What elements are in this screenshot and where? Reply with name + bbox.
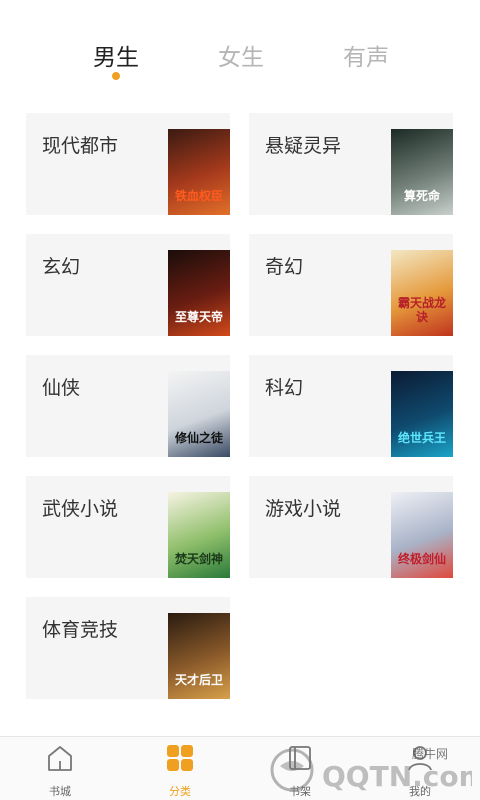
home-icon	[48, 746, 72, 771]
category-label: 游戏小说	[265, 498, 342, 520]
top-tab-bar: 男生 女生 有声	[0, 0, 480, 92]
category-label: 仙侠	[42, 377, 81, 399]
grid-icon	[167, 745, 193, 771]
tab-male-label: 男生	[93, 45, 139, 71]
category-card[interactable]: 奇幻 霸天战龙诀	[249, 234, 453, 336]
book-cover: 至尊天帝	[168, 250, 230, 336]
cover-title: 绝世兵王	[397, 431, 446, 445]
category-label: 悬疑灵异	[265, 135, 342, 157]
cover-title: 焚天剑神	[174, 552, 223, 566]
category-label: 科幻	[265, 377, 304, 399]
book-cover: 修仙之徒	[168, 371, 230, 457]
bottom-nav-bar: 书城 分类 书架 我的	[0, 736, 480, 800]
tab-audio[interactable]: 有声	[316, 38, 416, 72]
nav-bookshelf-label: 书架	[289, 785, 311, 798]
category-card[interactable]: 仙侠 修仙之徒	[26, 355, 230, 457]
nav-bookshelf[interactable]: 书架	[260, 743, 340, 799]
nav-profile-label: 我的	[409, 785, 431, 798]
category-card[interactable]: 玄幻 至尊天帝	[26, 234, 230, 336]
book-cover: 算死命	[391, 129, 453, 215]
tab-audio-label: 有声	[343, 45, 389, 71]
nav-category[interactable]: 分类	[140, 743, 220, 799]
user-icon	[408, 746, 432, 771]
category-card[interactable]: 游戏小说 终极剑仙	[249, 476, 453, 578]
nav-category-label: 分类	[169, 785, 191, 798]
category-label: 体育竞技	[42, 619, 119, 641]
nav-bookstore[interactable]: 书城	[20, 743, 100, 799]
category-card[interactable]: 武侠小说 焚天剑神	[26, 476, 230, 578]
nav-bookstore-label: 书城	[49, 785, 71, 798]
cover-title: 修仙之徒	[174, 431, 223, 445]
category-label: 现代都市	[42, 135, 119, 157]
book-cover: 霸天战龙诀	[391, 250, 453, 336]
book-cover: 绝世兵王	[391, 371, 453, 457]
category-card[interactable]: 科幻 绝世兵王	[249, 355, 453, 457]
active-tab-indicator	[112, 72, 120, 80]
cover-title: 终极剑仙	[397, 552, 446, 566]
category-label: 玄幻	[42, 256, 81, 278]
category-label: 奇幻	[265, 256, 304, 278]
cover-title: 霸天战龙诀	[397, 296, 446, 324]
book-cover: 终极剑仙	[391, 492, 453, 578]
category-card[interactable]: 体育竞技 天才后卫	[26, 597, 230, 699]
category-label: 武侠小说	[42, 498, 119, 520]
nav-profile[interactable]: 我的	[380, 743, 460, 799]
tab-female[interactable]: 女生	[191, 38, 291, 72]
cover-title: 算死命	[403, 189, 440, 203]
category-card[interactable]: 现代都市 铁血权臣	[26, 113, 230, 215]
tab-female-label: 女生	[218, 45, 264, 71]
cover-title: 铁血权臣	[174, 189, 223, 203]
book-cover: 焚天剑神	[168, 492, 230, 578]
book-cover: 铁血权臣	[168, 129, 230, 215]
cover-title: 天才后卫	[174, 673, 223, 687]
book-cover: 天才后卫	[168, 613, 230, 699]
bookshelf-icon	[289, 746, 311, 770]
category-card[interactable]: 悬疑灵异 算死命	[249, 113, 453, 215]
cover-title: 至尊天帝	[174, 310, 223, 324]
tab-male[interactable]: 男生	[66, 38, 166, 80]
